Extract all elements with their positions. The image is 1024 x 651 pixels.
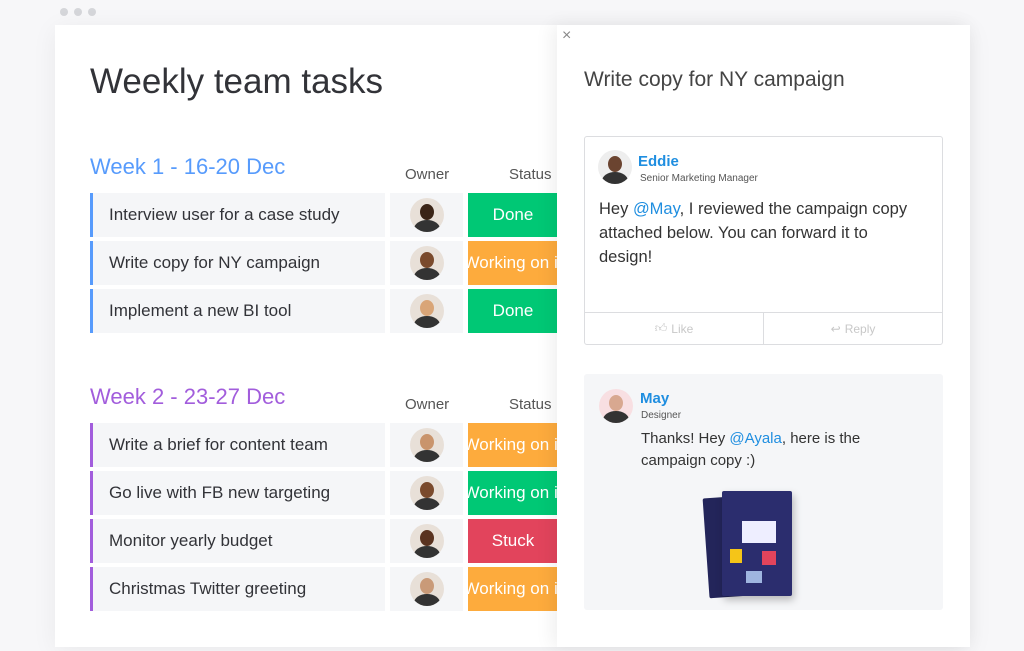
window-controls: [60, 8, 96, 16]
status-badge[interactable]: Done: [468, 193, 558, 237]
task-name[interactable]: Write copy for NY campaign: [90, 241, 385, 285]
owner-cell[interactable]: [390, 423, 463, 467]
avatar: [409, 572, 444, 606]
avatar: [409, 294, 444, 328]
status-badge[interactable]: Working on it: [468, 241, 558, 285]
table-row[interactable]: Interview user for a case study Done: [90, 193, 558, 237]
avatar: [409, 524, 444, 558]
column-header-status: Status: [509, 166, 552, 183]
comment-text: Thanks! Hey @Ayala, here is the campaign…: [641, 428, 901, 472]
avatar: [409, 476, 444, 510]
task-name[interactable]: Interview user for a case study: [90, 193, 385, 237]
table-row[interactable]: Monitor yearly budget Stuck: [90, 519, 558, 563]
status-badge[interactable]: Done: [468, 289, 558, 333]
owner-cell[interactable]: [390, 567, 463, 611]
task-name[interactable]: Implement a new BI tool: [90, 289, 385, 333]
text: Thanks! Hey: [641, 430, 730, 447]
mention-link[interactable]: @May: [633, 200, 680, 218]
close-icon[interactable]: ×: [562, 27, 571, 45]
column-header-owner: Owner: [405, 396, 450, 413]
page-title: Weekly team tasks: [90, 62, 384, 101]
task-name[interactable]: Monitor yearly budget: [90, 519, 385, 563]
column-header-owner: Owner: [405, 166, 450, 183]
thumbs-up-icon: 👍︎: [654, 321, 668, 335]
owner-cell[interactable]: [390, 519, 463, 563]
avatar: [409, 246, 444, 280]
panel-title: Write copy for NY campaign: [584, 68, 845, 91]
author-role: Senior Marketing Manager: [640, 173, 758, 184]
task-name[interactable]: Christmas Twitter greeting: [90, 567, 385, 611]
comment-card: Eddie Senior Marketing Manager Hey @May,…: [584, 136, 943, 345]
comment-card: May Designer Thanks! Hey @Ayala, here is…: [584, 374, 943, 610]
reply-label: Reply: [844, 321, 876, 336]
table-row[interactable]: Write copy for NY campaign Working on it: [90, 241, 558, 285]
status-badge[interactable]: Working on it: [468, 471, 558, 515]
mention-link[interactable]: @Ayala: [729, 430, 781, 447]
table-row[interactable]: Write a brief for content team Working o…: [90, 423, 558, 467]
table-row[interactable]: Implement a new BI tool Done: [90, 289, 558, 333]
text: Hey: [599, 200, 633, 218]
author-name: May: [640, 390, 670, 407]
owner-cell[interactable]: [390, 289, 463, 333]
status-badge[interactable]: Working on it: [468, 423, 558, 467]
avatar: [409, 428, 444, 462]
avatar: [599, 389, 633, 423]
comment-text: Hey @May, I reviewed the campaign copy a…: [599, 197, 919, 269]
task-name[interactable]: Write a brief for content team: [90, 423, 385, 467]
reply-icon: ↩: [830, 321, 841, 336]
status-badge[interactable]: Stuck: [468, 519, 558, 563]
column-header-status: Status: [509, 396, 552, 413]
item-detail-panel: × Write copy for NY campaign Eddie Senio…: [557, 25, 970, 647]
avatar: [598, 150, 632, 184]
table-row[interactable]: Christmas Twitter greeting Working on it: [90, 567, 558, 611]
like-label: Like: [671, 321, 694, 336]
owner-cell[interactable]: [390, 471, 463, 515]
like-button[interactable]: 👍︎ Like: [585, 313, 763, 344]
group-title[interactable]: Week 2 - 23-27 Dec: [90, 384, 285, 410]
reply-button[interactable]: ↩ Reply: [763, 313, 942, 344]
task-name[interactable]: Go live with FB new targeting: [90, 471, 385, 515]
author-role: Designer: [641, 410, 682, 421]
status-badge[interactable]: Working on it: [468, 567, 558, 611]
owner-cell[interactable]: [390, 193, 463, 237]
group-title[interactable]: Week 1 - 16-20 Dec: [90, 154, 285, 180]
avatar: [409, 198, 444, 232]
owner-cell[interactable]: [390, 241, 463, 285]
table-row[interactable]: Go live with FB new targeting Working on…: [90, 471, 558, 515]
author-name: Eddie: [638, 153, 679, 170]
